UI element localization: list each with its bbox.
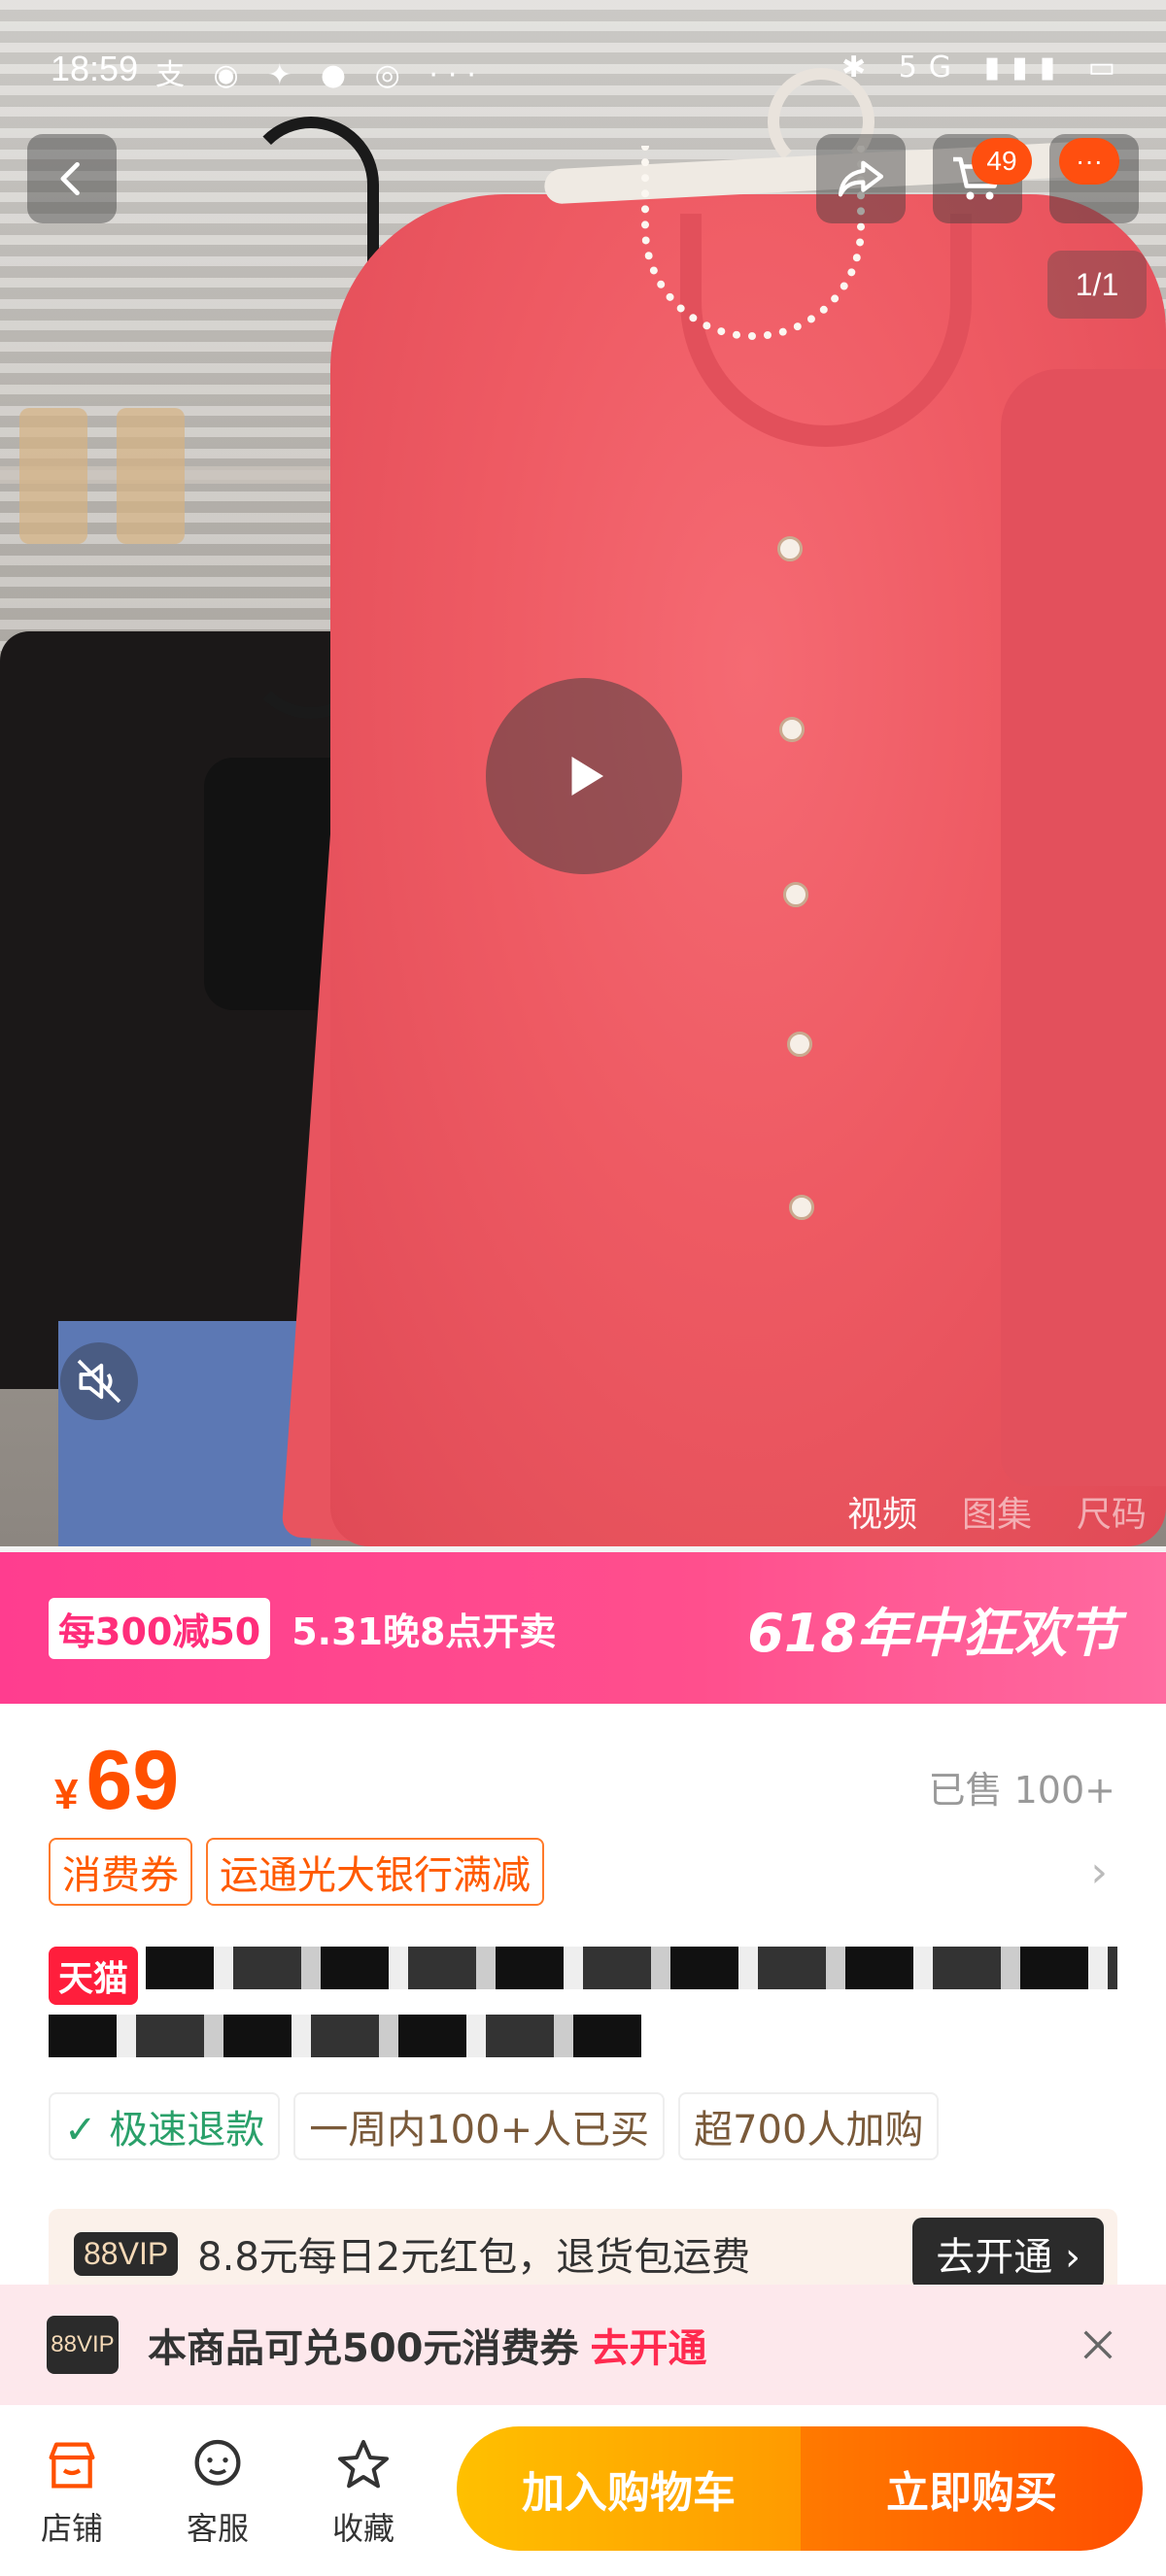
system-icons: ✱ 5G ▮▮▮ ▭ bbox=[841, 51, 1127, 85]
nav-service-label: 客服 bbox=[186, 2510, 249, 2547]
weekly-buyers-tag: 一周内100+人已买 bbox=[293, 2092, 666, 2160]
price: ¥69 bbox=[54, 1733, 179, 1829]
currency-symbol: ¥ bbox=[54, 1771, 79, 1818]
add-to-cart-button[interactable]: 加入购物车 bbox=[457, 2426, 801, 2551]
shirt-button bbox=[783, 882, 808, 907]
close-button[interactable] bbox=[1069, 2316, 1127, 2374]
festival-title: 618年中狂欢节 bbox=[747, 1602, 1119, 1664]
nav-store-label: 店铺 bbox=[40, 2510, 103, 2547]
star-icon bbox=[338, 2440, 389, 2489]
share-button[interactable] bbox=[816, 134, 906, 223]
speaker-muted-icon bbox=[77, 1359, 121, 1404]
price-value: 69 bbox=[86, 1734, 180, 1827]
nav-favorite-label: 收藏 bbox=[331, 2510, 394, 2547]
nav-store[interactable]: 店铺 bbox=[14, 2434, 130, 2549]
notice-text: 本商品可兑500元消费券 bbox=[148, 2326, 579, 2371]
vip-logo: 88VIP bbox=[74, 2231, 179, 2276]
promo-discount-tag: 每300减50 bbox=[49, 1597, 271, 1659]
back-button[interactable] bbox=[27, 134, 117, 223]
wooden-hanger bbox=[19, 408, 87, 544]
service-tags: ✓ 极速退款 一周内100+人已买 超700人加购 bbox=[49, 2092, 940, 2160]
shirt-button bbox=[789, 1195, 814, 1220]
chevron-left-icon bbox=[60, 161, 80, 196]
shirt-button bbox=[777, 536, 803, 561]
mute-button[interactable] bbox=[60, 1342, 138, 1420]
close-icon bbox=[1083, 2330, 1113, 2359]
notice-activate-link[interactable]: 去开通 bbox=[591, 2317, 707, 2373]
nav-customer-service[interactable]: 客服 bbox=[159, 2434, 276, 2549]
tab-video[interactable]: 视频 bbox=[847, 1486, 917, 1537]
buy-now-button[interactable]: 立即购买 bbox=[801, 2426, 1143, 2551]
promo-start-time: 5.31晚8点开卖 bbox=[292, 1610, 557, 1653]
bottom-action-bar: 店铺 客服 收藏 加入购物车 立即购买 bbox=[0, 2405, 1166, 2576]
coupon-tag[interactable]: 运通光大银行满减 bbox=[206, 1838, 544, 1906]
nav-favorite[interactable]: 收藏 bbox=[305, 2434, 422, 2549]
shield-check-icon: ✓ bbox=[64, 2108, 110, 2152]
chevron-right-icon[interactable]: › bbox=[1090, 1847, 1108, 1897]
shirt-button bbox=[787, 1032, 812, 1057]
chat-icon bbox=[194, 2439, 241, 2486]
wooden-hanger bbox=[117, 408, 185, 544]
promo-banner[interactable]: 每300减50 5.31晚8点开卖 618年中狂欢节 bbox=[0, 1552, 1166, 1704]
media-tabs: 视频 图集 尺码 bbox=[847, 1486, 1147, 1537]
image-counter: 1/1 bbox=[1047, 251, 1147, 319]
shirt-sleeve-right bbox=[1001, 369, 1166, 1486]
product-title: 天猫 bbox=[49, 1947, 1117, 2083]
vip-activate-button[interactable]: 去开通 › bbox=[912, 2218, 1104, 2289]
status-bar: 18:59 支 ◉ ✦ ● ◎ ··· ✱ 5G ▮▮▮ ▭ bbox=[0, 39, 1166, 109]
store-icon bbox=[49, 2442, 95, 2489]
play-icon bbox=[571, 757, 603, 796]
shirt-button bbox=[779, 717, 805, 742]
redacted-title-line bbox=[49, 2015, 641, 2057]
redacted-title-line bbox=[146, 1947, 1117, 1989]
status-time: 18:59 bbox=[51, 49, 139, 88]
coupon-notice-bar[interactable]: 88VIP 本商品可兑500元消费券 去开通 bbox=[0, 2285, 1166, 2405]
vip-benefit-text: 8.8元每日2元红包，退货包运费 bbox=[197, 2235, 751, 2280]
cart-count-badge: 49 bbox=[972, 138, 1032, 185]
tmall-badge: 天猫 bbox=[49, 1947, 139, 2005]
fast-refund-tag: ✓ 极速退款 bbox=[49, 2092, 281, 2160]
coupon-tag[interactable]: 消费券 bbox=[49, 1838, 192, 1906]
tab-size[interactable]: 尺码 bbox=[1077, 1486, 1147, 1537]
share-icon bbox=[838, 160, 884, 197]
play-button[interactable] bbox=[486, 678, 682, 874]
more-icon: ··· bbox=[1059, 138, 1119, 185]
coupon-row[interactable]: 消费券 运通光大银行满减 bbox=[49, 1838, 544, 1906]
cart-adds-tag: 超700人加购 bbox=[678, 2092, 940, 2160]
tab-gallery[interactable]: 图集 bbox=[962, 1486, 1032, 1537]
sold-count: 已售 100+ bbox=[928, 1769, 1115, 1812]
notification-icons: 支 ◉ ✦ ● ◎ ··· bbox=[155, 58, 486, 92]
vip-logo: 88VIP bbox=[47, 2316, 119, 2374]
